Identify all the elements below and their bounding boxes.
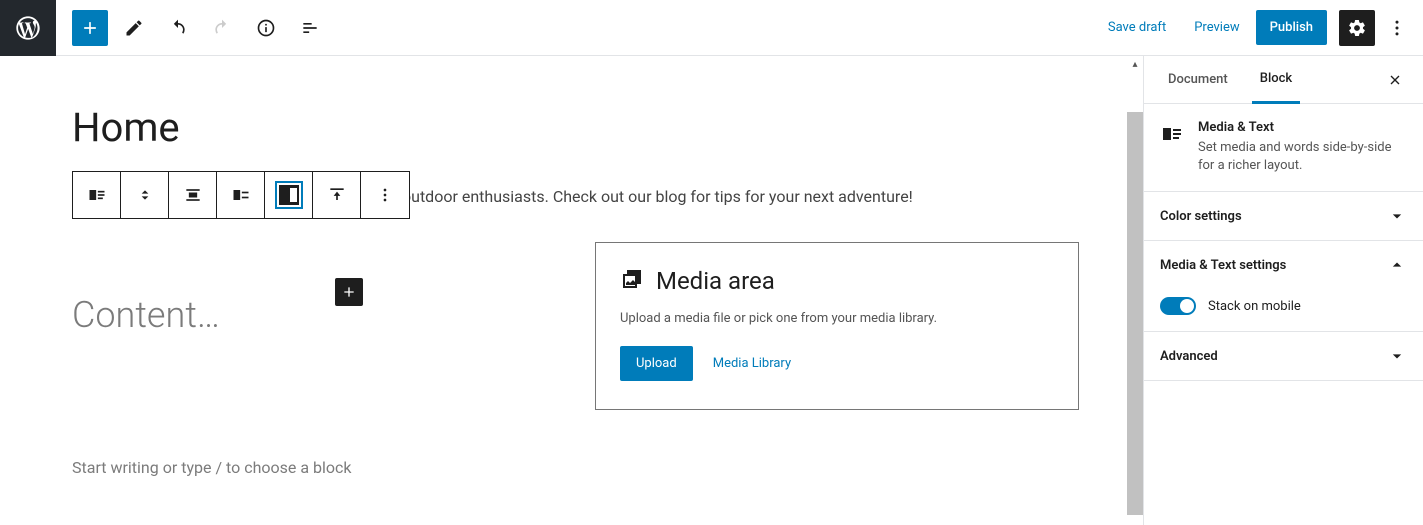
tab-block[interactable]: Block: [1252, 56, 1300, 104]
publish-button[interactable]: Publish: [1256, 10, 1327, 45]
sidebar-block-title: Media & Text: [1198, 120, 1407, 135]
more-options-button[interactable]: [1379, 10, 1415, 46]
panel-color-title: Color settings: [1160, 209, 1242, 224]
block-type-button[interactable]: [73, 172, 121, 218]
move-handle[interactable]: [121, 172, 169, 218]
media-right-button[interactable]: [265, 172, 313, 218]
media-area-panel: Media area Upload a media file or pick o…: [595, 242, 1079, 410]
wordpress-logo[interactable]: [0, 0, 56, 56]
add-inline-button[interactable]: [335, 278, 363, 306]
redo-button[interactable]: [204, 10, 240, 46]
edit-tool-button[interactable]: [116, 10, 152, 46]
media-area-description: Upload a media file or pick one from you…: [620, 311, 1054, 326]
panel-mt-title: Media & Text settings: [1160, 258, 1286, 273]
close-sidebar-button[interactable]: [1383, 68, 1407, 92]
media-area-title: Media area: [656, 267, 775, 295]
block-more-button[interactable]: [361, 172, 409, 218]
vertical-align-button[interactable]: [313, 172, 361, 218]
content-placeholder[interactable]: Content…: [72, 294, 591, 336]
panel-media-text-settings[interactable]: Media & Text settings: [1144, 241, 1423, 289]
info-button[interactable]: [248, 10, 284, 46]
stack-on-mobile-toggle[interactable]: [1160, 297, 1196, 315]
chevron-down-icon: [1387, 206, 1407, 226]
preview-button[interactable]: Preview: [1182, 12, 1251, 43]
block-toolbar: [72, 171, 410, 219]
media-area-icon: [620, 269, 644, 293]
top-toolbar: Save draft Preview Publish: [0, 0, 1423, 56]
chevron-down-icon: [1387, 346, 1407, 366]
chevron-up-icon: [1387, 255, 1407, 275]
scroll-up-arrow[interactable]: ▴: [1127, 56, 1143, 72]
media-left-button[interactable]: [217, 172, 265, 218]
panel-color-settings[interactable]: Color settings: [1144, 192, 1423, 241]
media-library-link[interactable]: Media Library: [713, 356, 791, 371]
page-title[interactable]: Home: [72, 104, 1079, 151]
settings-sidebar: Document Block Media & Text Set media an…: [1143, 56, 1423, 525]
tab-document[interactable]: Document: [1160, 56, 1236, 104]
add-block-button[interactable]: [72, 10, 108, 46]
align-button[interactable]: [169, 172, 217, 218]
settings-button[interactable]: [1339, 10, 1375, 46]
save-draft-button[interactable]: Save draft: [1096, 12, 1178, 43]
sidebar-block-description: Set media and words side-by-side for a r…: [1198, 139, 1407, 175]
panel-advanced[interactable]: Advanced: [1144, 332, 1423, 381]
outline-button[interactable]: [292, 10, 328, 46]
upload-button[interactable]: Upload: [620, 346, 693, 381]
scroll-thumb[interactable]: [1127, 112, 1143, 515]
undo-button[interactable]: [160, 10, 196, 46]
stack-on-mobile-label: Stack on mobile: [1208, 299, 1301, 314]
media-text-block: Content… Media area Upload a media file …: [72, 242, 1079, 410]
default-block-prompt[interactable]: Start writing or type / to choose a bloc…: [72, 458, 1079, 477]
scrollbar[interactable]: ▴: [1127, 56, 1143, 525]
media-text-block-icon: [1160, 122, 1184, 146]
panel-advanced-title: Advanced: [1160, 349, 1218, 364]
